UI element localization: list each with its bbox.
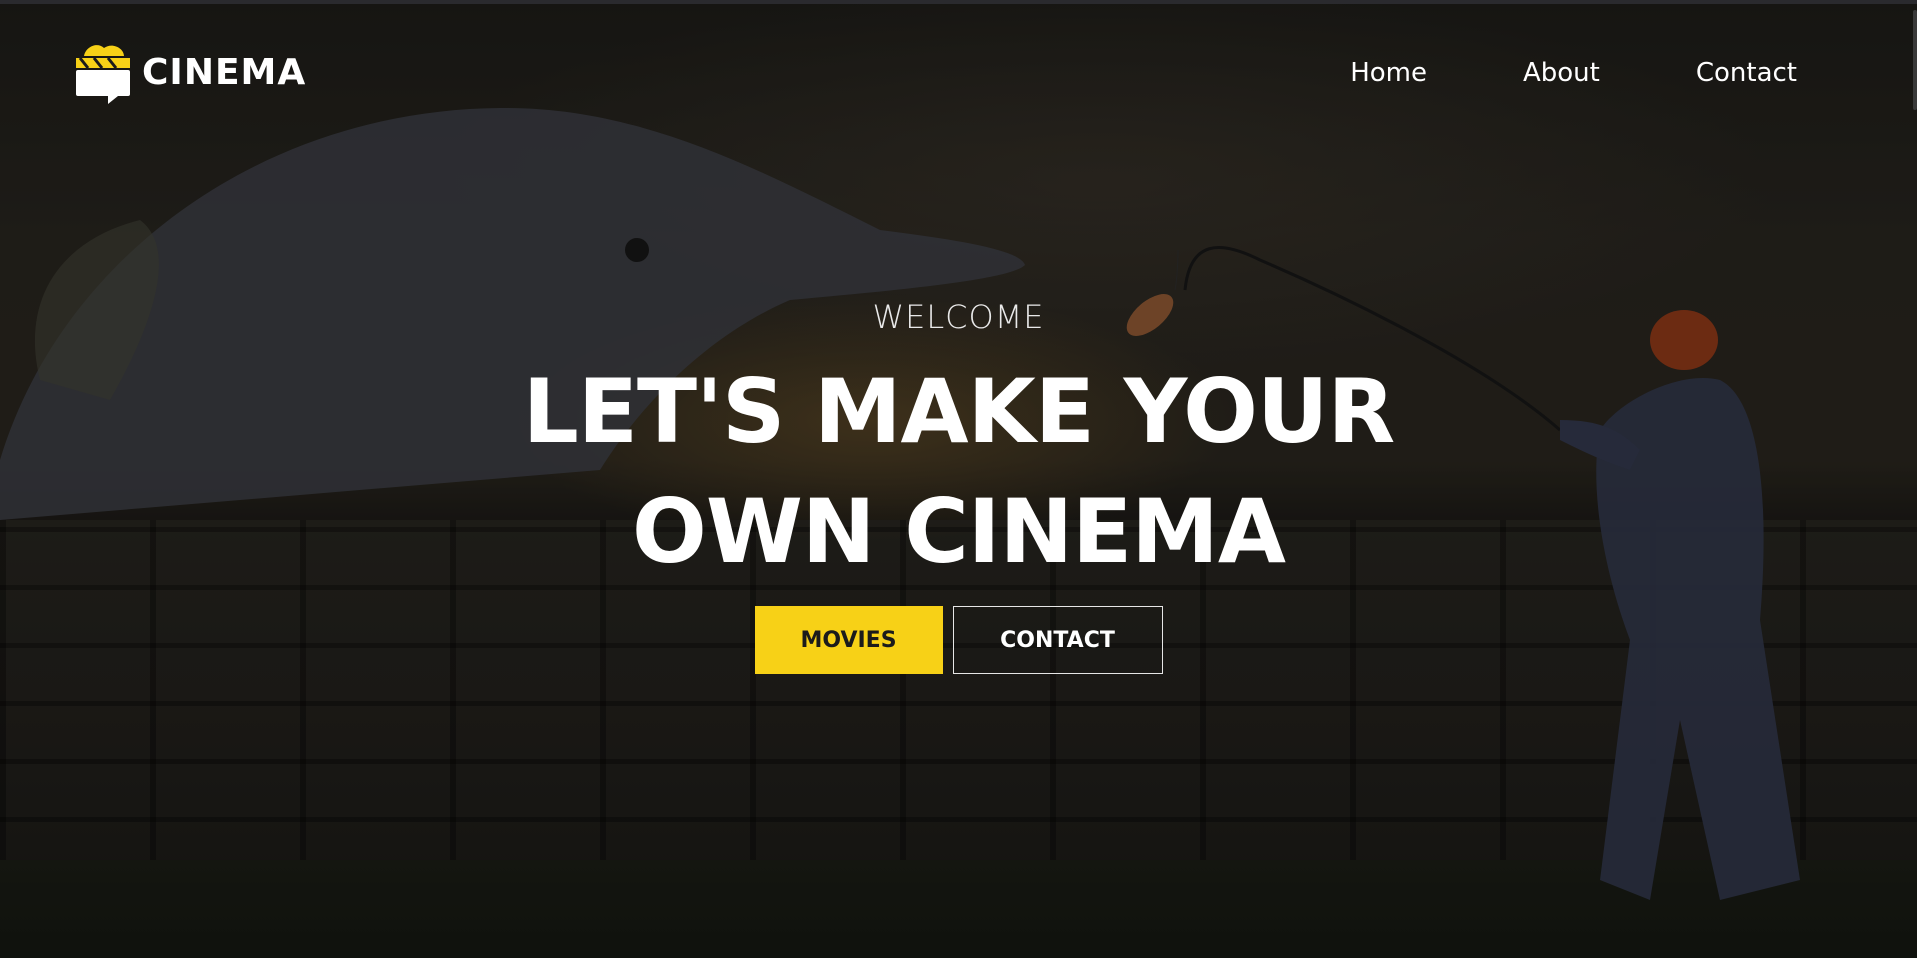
clapperboard-icon: [76, 45, 130, 104]
dolphin-eye: [625, 238, 649, 262]
fishing-line: [1174, 249, 1179, 291]
logo[interactable]: CINEMA: [74, 40, 306, 104]
hero-buttons: MOVIES CONTACT: [0, 606, 1917, 674]
hero-section: WELCOME LET'S MAKE YOUR OWN CINEMA MOVIE…: [0, 298, 1917, 674]
logo-text: CINEMA: [142, 51, 307, 93]
nav-about[interactable]: About: [1523, 58, 1600, 88]
hero-headline: LET'S MAKE YOUR OWN CINEMA: [0, 352, 1917, 592]
movies-button[interactable]: MOVIES: [754, 606, 943, 674]
headline-line-2: OWN CINEMA: [632, 480, 1286, 583]
window-top-border: [0, 0, 1917, 4]
headline-line-1: LET'S MAKE YOUR: [522, 360, 1395, 463]
nav-contact[interactable]: Contact: [1696, 58, 1797, 88]
nav-home[interactable]: Home: [1350, 58, 1427, 88]
scrollbar[interactable]: [1913, 10, 1917, 110]
hero-page: CINEMA Home About Contact WELCOME LET'S …: [0, 0, 1917, 958]
contact-button[interactable]: CONTACT: [952, 606, 1163, 674]
hero-eyebrow: WELCOME: [872, 298, 1045, 336]
main-nav: Home About Contact: [1350, 58, 1797, 88]
